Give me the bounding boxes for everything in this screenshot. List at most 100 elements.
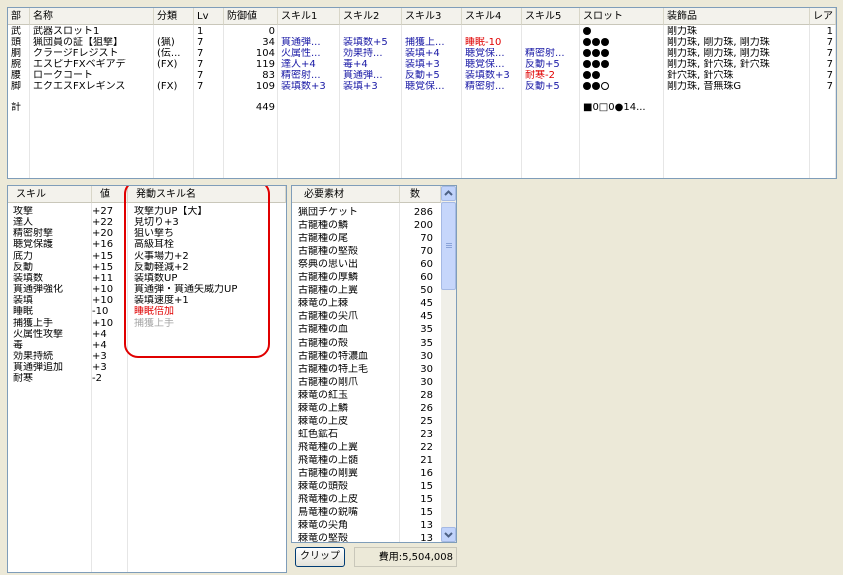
equipment-s2-cell[interactable]: 貫通弾... (343, 70, 399, 81)
equipment-s3-cell[interactable] (405, 26, 459, 37)
equipment-part-cell[interactable]: 脚 (11, 81, 27, 92)
material-name[interactable]: 棘竜の紅玉 (298, 390, 398, 401)
equipment-rare-cell[interactable]: 7 (813, 70, 833, 81)
equipment-part-cell[interactable]: 武 (11, 26, 27, 37)
material-qty[interactable]: 70 (400, 246, 433, 257)
equipment-header-slots[interactable]: スロット (580, 8, 664, 25)
skill-name[interactable]: 装填数 (13, 273, 89, 284)
equipment-def-cell[interactable]: 83 (227, 70, 275, 81)
equipment-header-s4[interactable]: スキル4 (462, 8, 522, 25)
equipment-name-cell[interactable]: エスピナFXベギアデ (33, 59, 151, 70)
materials-header-qty[interactable]: 数 (400, 186, 441, 203)
material-name[interactable]: 棘竜の上皮 (298, 416, 398, 427)
scroll-up-icon[interactable] (441, 186, 456, 201)
skill-value[interactable]: +3 (92, 362, 120, 373)
skill-name[interactable]: 貫通弾強化 (13, 284, 89, 295)
material-qty[interactable]: 30 (400, 351, 433, 362)
equipment-cls-cell[interactable] (157, 70, 191, 81)
equipment-s1-cell[interactable]: 精密射... (281, 70, 337, 81)
equipment-header-s2[interactable]: スキル2 (340, 8, 402, 25)
equipment-header-cls[interactable]: 分類 (154, 8, 194, 25)
material-qty[interactable]: 50 (400, 285, 433, 296)
material-qty[interactable]: 13 (400, 520, 433, 531)
equipment-part-cell[interactable]: 腰 (11, 70, 27, 81)
equipment-s1-cell[interactable] (281, 26, 337, 37)
equipment-s1-cell[interactable]: 達人+4 (281, 59, 337, 70)
equipment-s4-cell[interactable]: 聴覚保... (465, 48, 519, 59)
material-qty[interactable]: 15 (400, 494, 433, 505)
material-qty[interactable]: 21 (400, 455, 433, 466)
equipment-header-lv[interactable]: Lv (194, 8, 224, 25)
skill-name[interactable]: 精密射撃 (13, 228, 89, 239)
materials-header-name[interactable]: 必要素材 (292, 186, 400, 203)
skill-name[interactable]: 火属性攻撃 (13, 329, 89, 340)
skill-value[interactable]: +3 (92, 351, 120, 362)
material-name[interactable]: 古龍種の血 (298, 324, 398, 335)
equipment-lv-cell[interactable]: 1 (197, 26, 221, 37)
scroll-down-icon[interactable] (441, 527, 456, 542)
material-name[interactable]: 古龍種の上翼 (298, 285, 398, 296)
skill-value[interactable]: -10 (92, 306, 120, 317)
material-name[interactable]: 古龍種の尖爪 (298, 311, 398, 322)
skill-value[interactable]: +4 (92, 340, 120, 351)
equipment-def-cell[interactable]: 109 (227, 81, 275, 92)
equipment-s1-cell[interactable]: 装填数+3 (281, 81, 337, 92)
equipment-lv-cell[interactable]: 7 (197, 70, 221, 81)
skill-name[interactable]: 睡眠 (13, 306, 89, 317)
material-qty[interactable]: 30 (400, 377, 433, 388)
equipment-rare-cell[interactable]: 7 (813, 37, 833, 48)
equipment-rare-cell[interactable]: 7 (813, 48, 833, 59)
material-qty[interactable]: 15 (400, 507, 433, 518)
equipment-cls-cell[interactable]: (伝... (157, 48, 191, 59)
material-name[interactable]: 古龍種の厚鱗 (298, 272, 398, 283)
equipment-cls-cell[interactable]: (FX) (157, 59, 191, 70)
material-name[interactable]: 古龍種の殻 (298, 338, 398, 349)
equipment-s4-cell[interactable]: 睡眠-10 (465, 37, 519, 48)
skill-value[interactable]: +10 (92, 295, 120, 306)
equipment-s3-cell[interactable]: 反動+5 (405, 70, 459, 81)
equipment-header-s3[interactable]: スキル3 (402, 8, 462, 25)
clip-button[interactable]: クリップ (295, 547, 345, 567)
skill-name[interactable]: 達人 (13, 217, 89, 228)
material-qty[interactable]: 35 (400, 338, 433, 349)
equipment-s1-cell[interactable]: 貫通弾... (281, 37, 337, 48)
material-qty[interactable]: 13 (400, 533, 433, 542)
skill-name[interactable]: 捕獲上手 (13, 318, 89, 329)
equipment-deco-cell[interactable]: 剛力珠, 剛力珠, 剛力珠 (667, 48, 807, 59)
equipment-lv-cell[interactable]: 7 (197, 48, 221, 59)
equipment-header-part[interactable]: 部 (8, 8, 30, 25)
skill-value[interactable]: +16 (92, 239, 120, 250)
equipment-lv-cell[interactable]: 7 (197, 37, 221, 48)
equipment-header-deco[interactable]: 装飾品 (664, 8, 810, 25)
skill-value[interactable]: +27 (92, 206, 120, 217)
material-name[interactable]: 古龍種の鱗 (298, 220, 398, 231)
skill-value[interactable]: +4 (92, 329, 120, 340)
equipment-header-rare[interactable]: レア (810, 8, 836, 25)
equipment-s3-cell[interactable]: 装填+3 (405, 59, 459, 70)
skill-value[interactable]: +15 (92, 251, 120, 262)
equipment-deco-cell[interactable]: 剛力珠, 音無珠G (667, 81, 807, 92)
material-name[interactable]: 古龍種の堅殻 (298, 246, 398, 257)
equipment-def-cell[interactable]: 119 (227, 59, 275, 70)
material-qty[interactable]: 70 (400, 233, 433, 244)
equipment-part-cell[interactable]: 頭 (11, 37, 27, 48)
material-qty[interactable]: 26 (400, 403, 433, 414)
material-qty[interactable]: 45 (400, 298, 433, 309)
equipment-s4-cell[interactable] (465, 26, 519, 37)
material-name[interactable]: 猟団チケット (298, 207, 398, 218)
skill-name[interactable]: 毒 (13, 340, 89, 351)
equipment-header-s1[interactable]: スキル1 (278, 8, 340, 25)
equipment-s5-cell[interactable]: 精密射... (525, 48, 577, 59)
material-qty[interactable]: 35 (400, 324, 433, 335)
material-qty[interactable]: 15 (400, 481, 433, 492)
equipment-part-cell[interactable]: 腕 (11, 59, 27, 70)
skill-value[interactable]: +15 (92, 262, 120, 273)
equipment-s2-cell[interactable]: 装填+3 (343, 81, 399, 92)
skill-name[interactable]: 耐寒 (13, 373, 89, 384)
skills-header-name[interactable]: スキル (8, 186, 92, 203)
material-name[interactable]: 飛竜種の上皮 (298, 494, 398, 505)
equipment-s4-cell[interactable]: 装填数+3 (465, 70, 519, 81)
equipment-part-cell[interactable]: 胴 (11, 48, 27, 59)
equipment-s4-cell[interactable]: 聴覚保... (465, 59, 519, 70)
material-name[interactable]: 鳥竜種の鋭嘴 (298, 507, 398, 518)
